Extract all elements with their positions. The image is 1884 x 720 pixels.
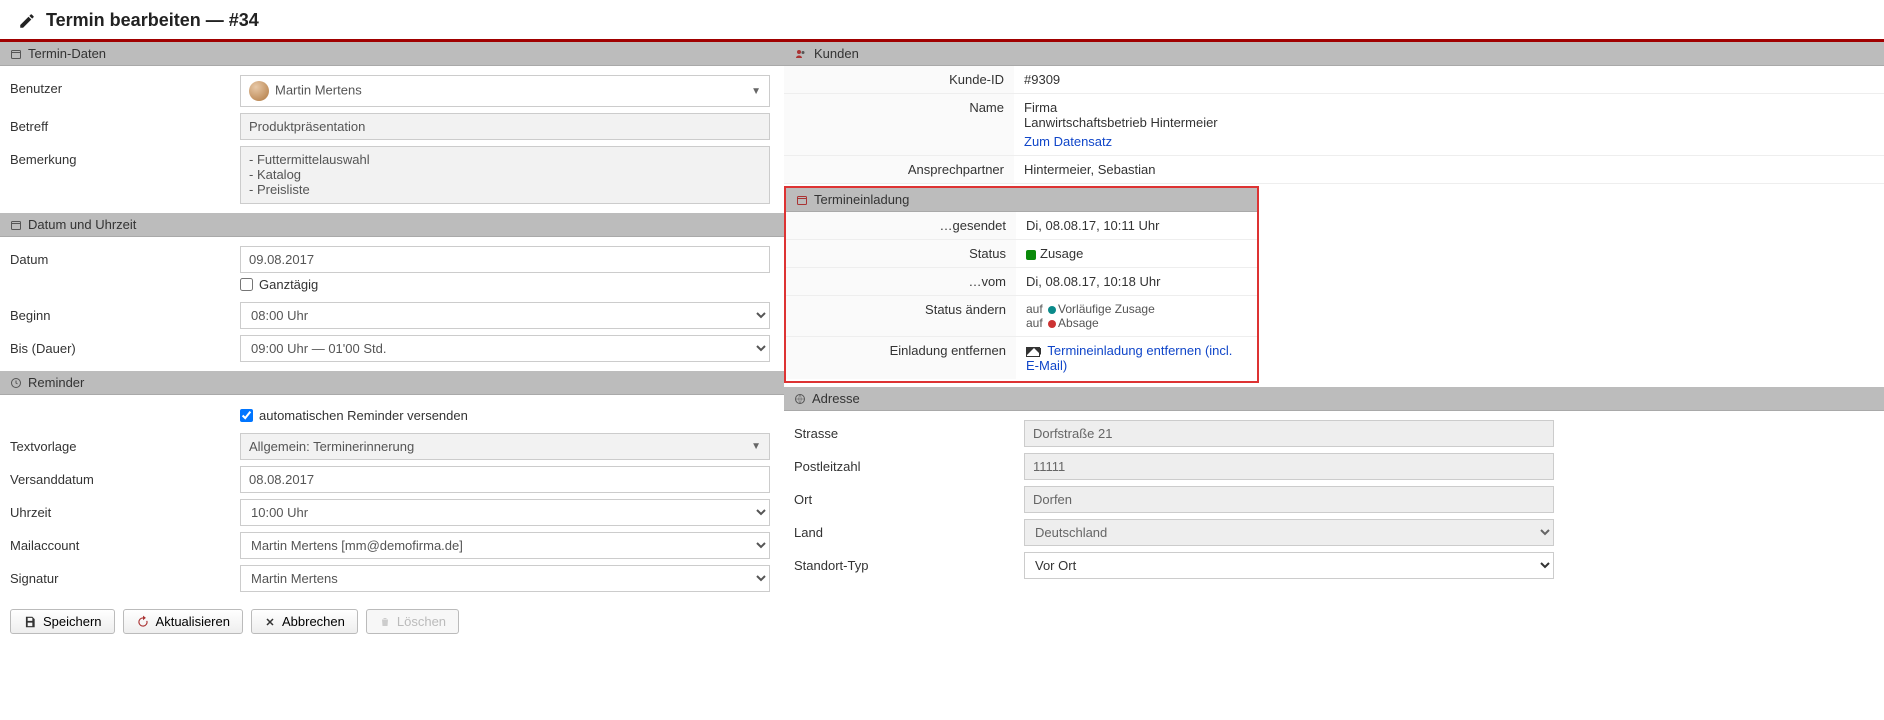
termineinladung-highlight: Termineinladung …gesendet Di, 08.08.17, …	[784, 186, 1259, 383]
label-versanddatum: Versanddatum	[10, 466, 240, 487]
section-termin-daten: Termin-Daten	[0, 42, 784, 66]
section-termineinladung: Termineinladung	[786, 188, 1257, 212]
textvorlage-select[interactable]: Allgemein: Terminerinnerung ▼	[240, 433, 770, 460]
label-status-aendern: Status ändern	[786, 296, 1016, 336]
trash-icon	[379, 616, 391, 628]
zum-datensatz-link[interactable]: Zum Datensatz	[1024, 134, 1112, 149]
calendar-icon	[10, 219, 22, 231]
value-kunde-id: #9309	[1014, 66, 1884, 93]
uhrzeit-select[interactable]: 10:00 Uhr	[240, 499, 770, 526]
mailaccount-select[interactable]: Martin Mertens [mm@demofirma.de]	[240, 532, 770, 559]
section-reminder: Reminder	[0, 371, 784, 395]
label-einladung-entfernen: Einladung entfernen	[786, 337, 1016, 379]
label-auto-reminder: automatischen Reminder versenden	[259, 408, 468, 423]
label-ansprechpartner: Ansprechpartner	[784, 156, 1014, 183]
status-change-decline[interactable]: auf Absage	[1026, 316, 1247, 330]
users-icon	[794, 48, 808, 60]
label-ganztaegig: Ganztägig	[259, 277, 318, 292]
mail-icon	[1026, 347, 1040, 357]
label-bemerkung: Bemerkung	[10, 146, 240, 167]
value-status: Zusage	[1040, 246, 1083, 261]
label-benutzer: Benutzer	[10, 75, 240, 96]
bemerkung-textarea[interactable]: - Futtermittelauswahl - Katalog - Preisl…	[240, 146, 770, 204]
bis-dauer-select[interactable]: 09:00 Uhr — 01'00 Std.	[240, 335, 770, 362]
close-icon	[264, 616, 276, 628]
section-kunden: Kunden	[784, 42, 1884, 66]
plz-input[interactable]	[1024, 453, 1554, 480]
label-mailaccount: Mailaccount	[10, 532, 240, 553]
status-dot-green	[1026, 250, 1036, 260]
save-icon	[23, 615, 37, 629]
section-adresse: Adresse	[784, 387, 1884, 411]
benutzer-select[interactable]: Martin Mertens ▼	[240, 75, 770, 107]
land-select[interactable]: Deutschland	[1024, 519, 1554, 546]
label-kunde-id: Kunde-ID	[784, 66, 1014, 93]
calendar-icon	[10, 48, 22, 60]
remove-invitation-link[interactable]: Termineinladung entfernen (incl. E-Mail)	[1026, 343, 1232, 373]
edit-icon	[18, 12, 36, 30]
globe-icon	[794, 393, 806, 405]
ganztaegig-checkbox[interactable]	[240, 278, 253, 291]
action-bar: Speichern Aktualisieren Abbrechen Lösche…	[0, 601, 784, 642]
auto-reminder-checkbox[interactable]	[240, 409, 253, 422]
dot-teal-icon	[1048, 306, 1056, 314]
label-ort: Ort	[794, 492, 1024, 507]
avatar-icon	[249, 81, 269, 101]
cancel-button[interactable]: Abbrechen	[251, 609, 358, 634]
label-betreff: Betreff	[10, 113, 240, 134]
section-datum-uhrzeit: Datum und Uhrzeit	[0, 213, 784, 237]
calendar-icon	[796, 194, 808, 206]
status-change-tentative[interactable]: auf Vorläufige Zusage	[1026, 302, 1247, 316]
signatur-select[interactable]: Martin Mertens	[240, 565, 770, 592]
value-vom: Di, 08.08.17, 10:18 Uhr	[1016, 268, 1257, 295]
datum-input[interactable]: 09.08.2017	[240, 246, 770, 273]
label-name: Name	[784, 94, 1014, 155]
beginn-select[interactable]: 08:00 Uhr	[240, 302, 770, 329]
value-ansprechpartner: Hintermeier, Sebastian	[1014, 156, 1884, 183]
label-gesendet: …gesendet	[786, 212, 1016, 239]
label-signatur: Signatur	[10, 565, 240, 586]
delete-button: Löschen	[366, 609, 459, 634]
value-kunde-name: Lanwirtschaftsbetrieb Hintermeier	[1024, 115, 1874, 130]
label-land: Land	[794, 525, 1024, 540]
label-vom: …vom	[786, 268, 1016, 295]
label-beginn: Beginn	[10, 302, 240, 323]
value-gesendet: Di, 08.08.17, 10:11 Uhr	[1016, 212, 1257, 239]
page-title: Termin bearbeiten — #34	[46, 10, 259, 31]
clock-icon	[10, 377, 22, 389]
value-kunde-firma: Firma	[1024, 100, 1874, 115]
strasse-input[interactable]	[1024, 420, 1554, 447]
label-textvorlage: Textvorlage	[10, 433, 240, 454]
page-header: Termin bearbeiten — #34	[0, 0, 1884, 42]
standort-typ-select[interactable]: Vor Ort	[1024, 552, 1554, 579]
chevron-down-icon: ▼	[751, 86, 761, 97]
refresh-icon	[136, 615, 150, 629]
versanddatum-input[interactable]: 08.08.2017	[240, 466, 770, 493]
label-datum: Datum	[10, 246, 240, 267]
label-strasse: Strasse	[794, 426, 1024, 441]
betreff-input[interactable]: Produktpräsentation	[240, 113, 770, 140]
refresh-button[interactable]: Aktualisieren	[123, 609, 243, 634]
dot-red-icon	[1048, 320, 1056, 328]
label-standort-typ: Standort-Typ	[794, 558, 1024, 573]
label-bis-dauer: Bis (Dauer)	[10, 335, 240, 356]
label-plz: Postleitzahl	[794, 459, 1024, 474]
ort-input[interactable]	[1024, 486, 1554, 513]
save-button[interactable]: Speichern	[10, 609, 115, 634]
label-status: Status	[786, 240, 1016, 267]
chevron-down-icon: ▼	[751, 441, 761, 452]
label-uhrzeit: Uhrzeit	[10, 499, 240, 520]
